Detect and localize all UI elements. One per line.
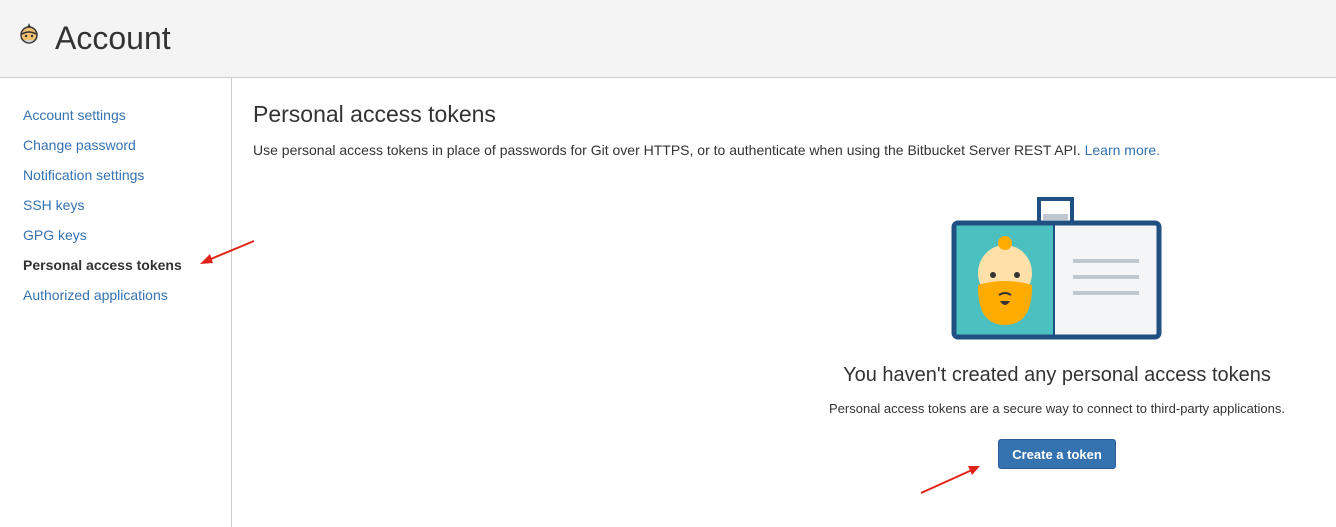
sidebar-link-account-settings[interactable]: Account settings — [23, 107, 126, 123]
sidebar-item-ssh-keys[interactable]: SSH keys — [23, 196, 84, 214]
sidebar-item-notification-settings[interactable]: Notification settings — [23, 166, 144, 184]
sidebar-item-account-settings[interactable]: Account settings — [23, 106, 126, 124]
main-content: Personal access tokens Use personal acce… — [233, 78, 1336, 527]
page-title-account: Account — [55, 20, 171, 56]
account-sidebar: Account settings Change password Notific… — [0, 78, 232, 527]
sidebar-link-change-password[interactable]: Change password — [23, 137, 136, 153]
annotation-arrow-sidebar-icon — [200, 240, 255, 264]
section-title: Personal access tokens — [253, 101, 496, 127]
sidebar-item-authorized-applications[interactable]: Authorized applications — [23, 286, 168, 304]
sidebar-item-change-password[interactable]: Change password — [23, 136, 136, 154]
sidebar-item-personal-access-tokens[interactable]: Personal access tokens — [23, 256, 182, 274]
section-description: Use personal access tokens in place of p… — [253, 141, 1160, 159]
annotation-arrow-button-icon — [920, 466, 980, 494]
page-header: Account — [0, 0, 1336, 78]
create-token-button[interactable]: Create a token — [998, 439, 1116, 469]
sidebar-link-gpg-keys[interactable]: GPG keys — [23, 227, 87, 243]
id-badge-icon — [951, 197, 1162, 340]
empty-state-description: Personal access tokens are a secure way … — [829, 401, 1285, 416]
user-avatar-icon[interactable] — [18, 22, 40, 48]
sidebar-link-notification-settings[interactable]: Notification settings — [23, 167, 144, 183]
sidebar-link-authorized-applications[interactable]: Authorized applications — [23, 287, 168, 303]
sidebar-link-personal-access-tokens[interactable]: Personal access tokens — [23, 257, 182, 273]
sidebar-item-gpg-keys[interactable]: GPG keys — [23, 226, 87, 244]
empty-state-title: You haven't created any personal access … — [843, 364, 1271, 386]
description-text: Use personal access tokens in place of p… — [253, 142, 1081, 158]
learn-more-link[interactable]: Learn more. — [1085, 142, 1160, 158]
sidebar-link-ssh-keys[interactable]: SSH keys — [23, 197, 84, 213]
